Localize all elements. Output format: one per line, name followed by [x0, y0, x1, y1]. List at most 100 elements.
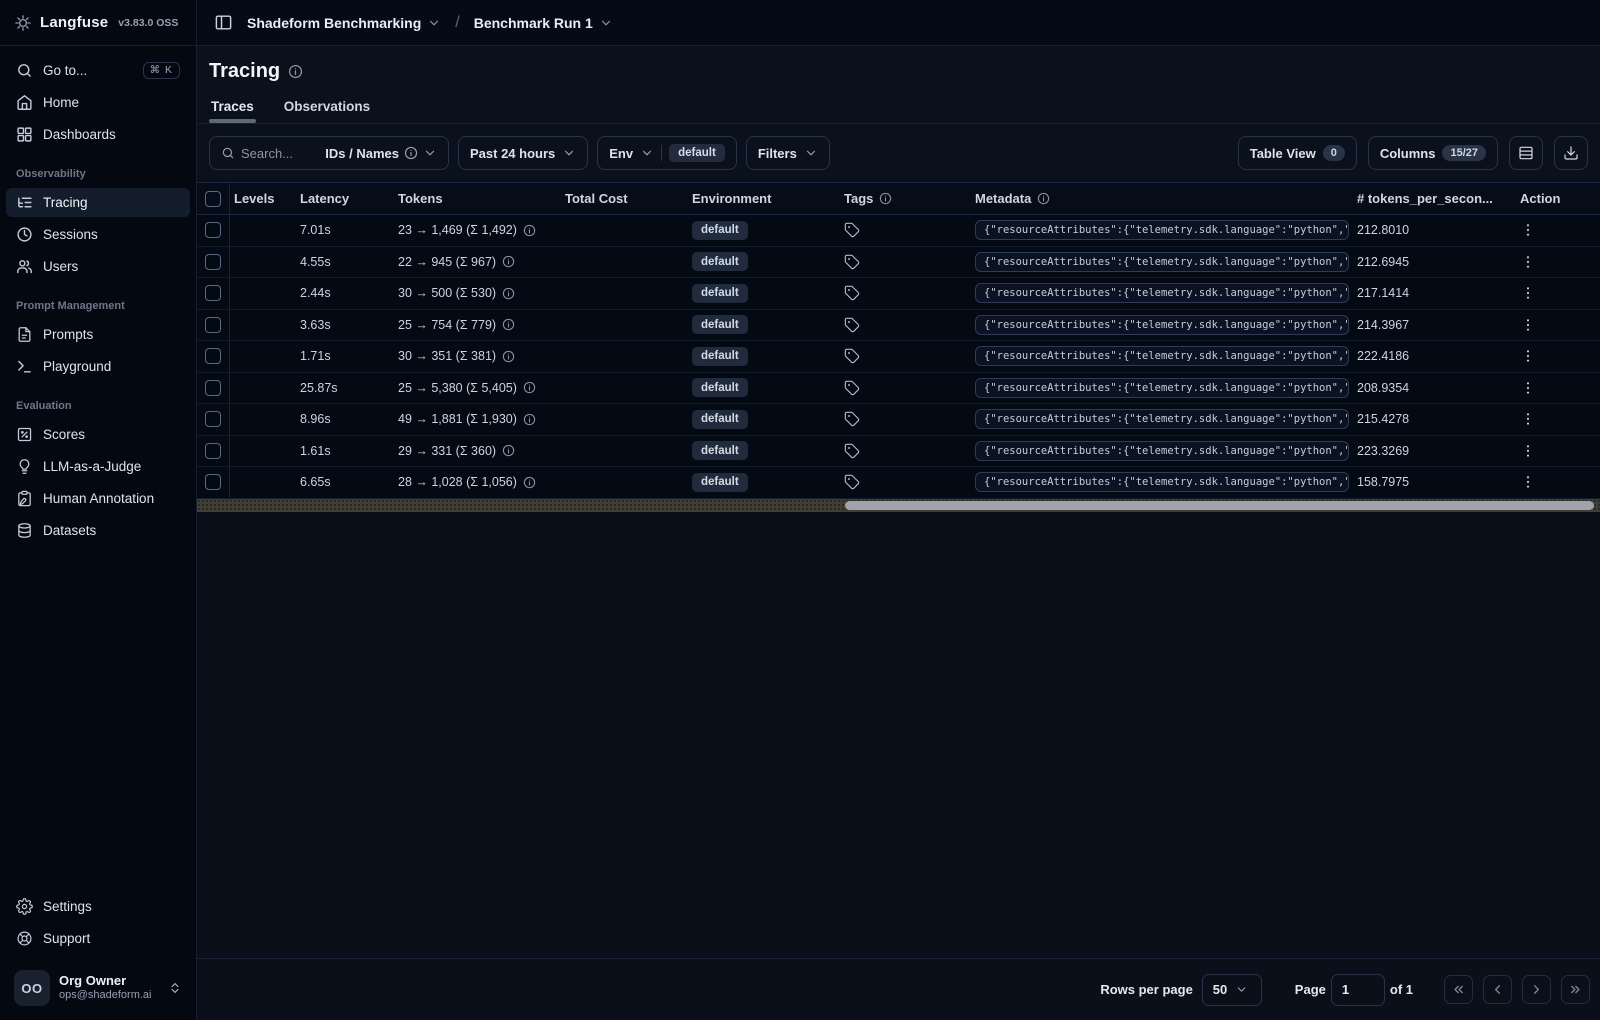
row-actions-menu-icon[interactable] [1520, 411, 1536, 427]
row-actions-menu-icon[interactable] [1520, 380, 1536, 396]
tag-icon[interactable] [844, 474, 860, 490]
time-range-filter[interactable]: Past 24 hours [458, 136, 589, 170]
info-icon[interactable] [288, 64, 303, 79]
column-header-tags[interactable]: Tags [836, 191, 971, 206]
row-checkbox[interactable] [205, 222, 221, 239]
column-header-levels[interactable]: Levels [230, 191, 296, 206]
sidebar-item-home[interactable]: Home [6, 88, 190, 117]
sidebar-item-datasets[interactable]: Datasets [6, 516, 190, 545]
column-header-tokens-per-second[interactable]: # tokens_per_secon... [1353, 191, 1508, 206]
metadata-preview[interactable]: {"resourceAttributes":{"telemetry.sdk.la… [975, 251, 1349, 272]
info-icon[interactable] [502, 318, 515, 331]
tag-icon[interactable] [844, 317, 860, 333]
info-icon[interactable] [502, 350, 515, 363]
scrollbar-thumb[interactable] [845, 500, 1595, 510]
row-actions-menu-icon[interactable] [1520, 443, 1536, 459]
next-page-button[interactable] [1522, 975, 1551, 1004]
sidebar-item-sessions[interactable]: Sessions [6, 220, 190, 249]
sidebar-item-settings[interactable]: Settings [6, 892, 190, 921]
select-all-checkbox[interactable] [205, 190, 221, 207]
table-view-button[interactable]: Table View 0 [1237, 136, 1357, 170]
tag-icon[interactable] [844, 348, 860, 364]
metadata-preview[interactable]: {"resourceAttributes":{"telemetry.sdk.la… [975, 314, 1349, 335]
row-checkbox[interactable] [205, 411, 221, 428]
row-checkbox[interactable] [205, 285, 221, 302]
table-row[interactable]: 1.71s 30 → 351 (Σ 381) default {"resourc… [197, 341, 1600, 373]
info-icon[interactable] [502, 255, 515, 268]
sidebar-item-support[interactable]: Support [6, 924, 190, 953]
last-page-button[interactable] [1561, 975, 1590, 1004]
horizontal-scrollbar[interactable] [197, 498, 1600, 512]
info-icon[interactable] [502, 444, 515, 457]
tab-observations[interactable]: Observations [282, 93, 372, 123]
table-row[interactable]: 1.61s 29 → 331 (Σ 360) default {"resourc… [197, 435, 1600, 467]
table-row[interactable]: 2.44s 30 → 500 (Σ 530) default {"resourc… [197, 278, 1600, 310]
tag-icon[interactable] [844, 380, 860, 396]
sidebar-item-tracing[interactable]: Tracing [6, 188, 190, 217]
row-actions-menu-icon[interactable] [1520, 254, 1536, 270]
row-actions-menu-icon[interactable] [1520, 222, 1536, 238]
tab-traces[interactable]: Traces [209, 93, 256, 123]
rows-per-page-select[interactable]: 50 [1201, 973, 1262, 1006]
info-icon[interactable] [523, 224, 536, 237]
sidebar-item-users[interactable]: Users [6, 252, 190, 281]
sidebar-item-prompts[interactable]: Prompts [6, 320, 190, 349]
table-row[interactable]: 8.96s 49 → 1,881 (Σ 1,930) default {"res… [197, 404, 1600, 436]
metadata-preview[interactable]: {"resourceAttributes":{"telemetry.sdk.la… [975, 377, 1349, 398]
info-icon[interactable] [523, 381, 536, 394]
toggle-sidebar-button[interactable] [209, 9, 237, 37]
sidebar-item-llm-judge[interactable]: LLM-as-a-Judge [6, 452, 190, 481]
tag-icon[interactable] [844, 254, 860, 270]
tag-icon[interactable] [844, 443, 860, 459]
row-checkbox[interactable] [205, 442, 221, 459]
tag-icon[interactable] [844, 411, 860, 427]
row-actions-menu-icon[interactable] [1520, 348, 1536, 364]
org-switcher[interactable]: Shadeform Benchmarking [247, 15, 441, 31]
column-header-tokens[interactable]: Tokens [394, 191, 561, 206]
search-control[interactable]: IDs / Names [209, 136, 449, 170]
tag-icon[interactable] [844, 222, 860, 238]
info-icon[interactable] [523, 476, 536, 489]
column-header-metadata[interactable]: Metadata [971, 191, 1353, 206]
first-page-button[interactable] [1444, 975, 1473, 1004]
row-actions-menu-icon[interactable] [1520, 285, 1536, 301]
info-icon[interactable] [502, 287, 515, 300]
row-checkbox[interactable] [205, 474, 221, 491]
column-header-total-cost[interactable]: Total Cost [561, 191, 688, 206]
metadata-preview[interactable]: {"resourceAttributes":{"telemetry.sdk.la… [975, 346, 1349, 367]
search-input[interactable] [241, 145, 320, 161]
table-row[interactable]: 7.01s 23 → 1,469 (Σ 1,492) default {"res… [197, 215, 1600, 247]
row-actions-menu-icon[interactable] [1520, 474, 1536, 490]
table-row[interactable]: 25.87s 25 → 5,380 (Σ 5,405) default {"re… [197, 372, 1600, 404]
info-icon[interactable] [523, 413, 536, 426]
user-menu[interactable]: OO Org Owner ops@shadeform.ai [8, 964, 188, 1012]
column-header-environment[interactable]: Environment [688, 191, 836, 206]
project-switcher[interactable]: Benchmark Run 1 [474, 15, 613, 31]
goto-search[interactable]: Go to... ⌘ K [6, 56, 190, 85]
row-height-button[interactable] [1509, 136, 1543, 170]
row-checkbox[interactable] [205, 253, 221, 270]
columns-button[interactable]: Columns 15/27 [1367, 136, 1498, 170]
search-mode-selector[interactable]: IDs / Names [325, 146, 437, 161]
export-button[interactable] [1554, 136, 1588, 170]
row-checkbox[interactable] [205, 379, 221, 396]
page-number-input[interactable] [1330, 973, 1385, 1006]
row-checkbox[interactable] [205, 316, 221, 333]
metadata-preview[interactable]: {"resourceAttributes":{"telemetry.sdk.la… [975, 283, 1349, 304]
tag-icon[interactable] [844, 285, 860, 301]
previous-page-button[interactable] [1483, 975, 1512, 1004]
table-row[interactable]: 3.63s 25 → 754 (Σ 779) default {"resourc… [197, 309, 1600, 341]
metadata-preview[interactable]: {"resourceAttributes":{"telemetry.sdk.la… [975, 220, 1349, 241]
table-row[interactable]: 4.55s 22 → 945 (Σ 967) default {"resourc… [197, 246, 1600, 278]
metadata-preview[interactable]: {"resourceAttributes":{"telemetry.sdk.la… [975, 440, 1349, 461]
sidebar-item-dashboards[interactable]: Dashboards [6, 120, 190, 149]
environment-filter[interactable]: Env default [597, 136, 737, 170]
column-header-latency[interactable]: Latency [296, 191, 394, 206]
row-checkbox[interactable] [205, 348, 221, 365]
sidebar-item-scores[interactable]: Scores [6, 420, 190, 449]
table-row[interactable]: 6.65s 28 → 1,028 (Σ 1,056) default {"res… [197, 467, 1600, 499]
filters-button[interactable]: Filters [745, 136, 830, 170]
sidebar-item-playground[interactable]: Playground [6, 352, 190, 381]
metadata-preview[interactable]: {"resourceAttributes":{"telemetry.sdk.la… [975, 409, 1349, 430]
sidebar-item-human-annotation[interactable]: Human Annotation [6, 484, 190, 513]
